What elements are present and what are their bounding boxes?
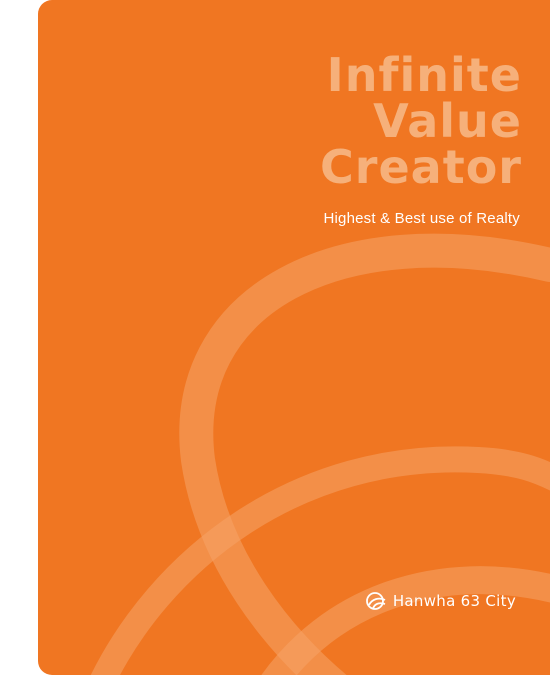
hanwha-trinity-circle-icon <box>365 592 386 610</box>
brand-name: Hanwha 63 City <box>392 592 516 610</box>
headline: Infinite Value Creator <box>320 52 522 190</box>
headline-line-3: Creator <box>320 140 522 194</box>
brochure-cover: Infinite Value Creator Highest & Best us… <box>38 0 550 675</box>
headline-line-2: Value <box>373 94 522 148</box>
headline-line-1: Infinite <box>326 48 522 102</box>
tagline: Highest & Best use of Realty <box>323 210 520 227</box>
brand-logo: Hanwha 63 City <box>364 590 516 612</box>
